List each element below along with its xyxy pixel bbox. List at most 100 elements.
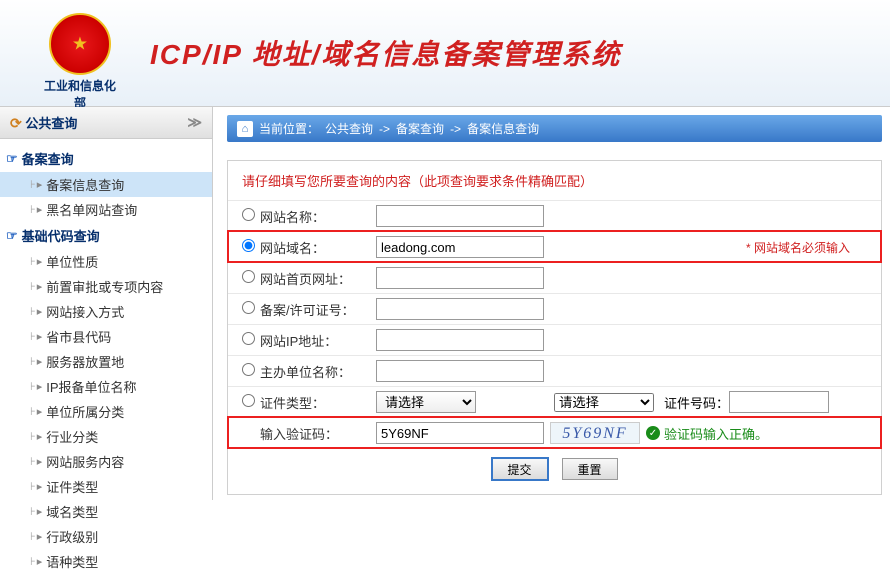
input-site-name[interactable] (376, 205, 544, 227)
row-sponsor: 主办单位名称： (228, 355, 881, 386)
tree-item[interactable]: ⊦▸行政级别 (0, 524, 212, 549)
tree-item[interactable]: ⊦▸单位所属分类 (0, 399, 212, 424)
label-license: 备案/许可证号： (260, 300, 376, 319)
arrow-right-icon: ▸ (37, 178, 43, 191)
radio-ip[interactable] (242, 332, 255, 345)
breadcrumb-label: 当前位置： (259, 120, 319, 137)
arrow-right-icon: ▸ (37, 355, 43, 368)
radio-license[interactable] (242, 301, 255, 314)
refresh-icon[interactable]: ⟳ (10, 115, 22, 131)
arrow-right-icon: ▸ (37, 330, 43, 343)
tree-item[interactable]: ⊦▸域名类型 (0, 499, 212, 524)
label-domain: 网站域名： (260, 238, 376, 257)
row-ip: 网站IP地址： (228, 324, 881, 355)
radio-site-name[interactable] (242, 208, 255, 221)
label-sponsor: 主办单位名称： (260, 362, 376, 381)
button-row: 提交 重置 (228, 448, 881, 480)
input-captcha[interactable] (376, 422, 544, 444)
input-sponsor[interactable] (376, 360, 544, 382)
tree-item[interactable]: ⊦▸服务器放置地 (0, 349, 212, 374)
tree-item[interactable]: ⊦▸前置审批或专项内容 (0, 274, 212, 299)
label-ip: 网站IP地址： (260, 331, 376, 350)
form-hint: 请仔细填写您所要查询的内容（此项查询要求条件精确匹配） (228, 161, 881, 200)
arrow-right-icon: ▸ (37, 203, 43, 216)
tree-branch-icon: ⊦ (30, 178, 36, 191)
required-note: * 网站域名必须输入 (746, 239, 850, 256)
check-icon: ✓ (646, 426, 660, 440)
input-cert-no[interactable] (729, 391, 829, 413)
tree-branch-icon: ⊦ (30, 530, 36, 543)
collapse-icon[interactable]: ≫ (187, 114, 202, 131)
sidebar: ⟳ 公共查询 ≫ ☞备案查询 ⊦▸备案信息查询 ⊦▸黑名单网站查询 ☞基础代码查… (0, 107, 213, 500)
arrow-right-icon: ▸ (37, 430, 43, 443)
radio-homepage[interactable] (242, 270, 255, 283)
tree-item[interactable]: ⊦▸证件类型 (0, 474, 212, 499)
radio-sponsor[interactable] (242, 363, 255, 376)
select-cert-type-1[interactable]: 请选择 (376, 391, 476, 413)
arrow-right-icon: ▸ (37, 405, 43, 418)
input-homepage[interactable] (376, 267, 544, 289)
home-icon[interactable]: ⌂ (237, 121, 253, 137)
tree-category-backup[interactable]: ☞备案查询 (0, 145, 212, 172)
radio-domain[interactable] (242, 239, 255, 252)
radio-cert-type[interactable] (242, 394, 255, 407)
tree-branch-icon: ⊦ (30, 480, 36, 493)
reset-button[interactable]: 重置 (562, 458, 618, 480)
tree-branch-icon: ⊦ (30, 355, 36, 368)
captcha-status: ✓验证码输入正确。 (646, 424, 768, 443)
submit-button[interactable]: 提交 (492, 458, 548, 480)
arrow-right-icon: ▸ (37, 305, 43, 318)
input-ip[interactable] (376, 329, 544, 351)
main-content: ⌂ 当前位置： 公共查询 -> 备案查询 -> 备案信息查询 请仔细填写您所要查… (213, 107, 890, 500)
label-captcha: 输入验证码： (260, 424, 376, 443)
sidebar-section-title: 公共查询 (25, 116, 77, 131)
label-site-name: 网站名称： (260, 207, 376, 226)
tree-branch-icon: ⊦ (30, 505, 36, 518)
row-homepage: 网站首页网址： (228, 262, 881, 293)
input-domain[interactable] (376, 236, 544, 258)
tree-item[interactable]: ⊦▸行业分类 (0, 424, 212, 449)
tree-category-basecode[interactable]: ☞基础代码查询 (0, 222, 212, 249)
nav-tree: ☞备案查询 ⊦▸备案信息查询 ⊦▸黑名单网站查询 ☞基础代码查询 ⊦▸单位性质 … (0, 139, 212, 580)
tree-branch-icon: ⊦ (30, 555, 36, 568)
input-license[interactable] (376, 298, 544, 320)
tree-item[interactable]: ⊦▸网站接入方式 (0, 299, 212, 324)
tree-branch-icon: ⊦ (30, 305, 36, 318)
breadcrumb-link[interactable]: 备案查询 (396, 120, 444, 137)
arrow-right-icon: ▸ (37, 530, 43, 543)
tree-item[interactable]: ⊦▸单位性质 (0, 249, 212, 274)
label-cert-type: 证件类型： (260, 393, 376, 412)
tree-item-backup-info[interactable]: ⊦▸备案信息查询 (0, 172, 212, 197)
arrow-right-icon: ▸ (37, 280, 43, 293)
tree-branch-icon: ⊦ (30, 455, 36, 468)
sidebar-header[interactable]: ⟳ 公共查询 ≫ (0, 107, 212, 139)
breadcrumb-link[interactable]: 公共查询 (325, 120, 373, 137)
tree-item[interactable]: ⊦▸网站服务内容 (0, 449, 212, 474)
arrow-right-icon: ▸ (37, 455, 43, 468)
tree-item-blacklist[interactable]: ⊦▸黑名单网站查询 (0, 197, 212, 222)
arrow-right-icon: ▸ (37, 480, 43, 493)
row-domain: 网站域名： * 网站域名必须输入 (228, 231, 881, 262)
arrow-right-icon: ▸ (37, 255, 43, 268)
page-header: ★ 工业和信息化部 ICP/IP 地址/域名信息备案管理系统 (0, 0, 890, 107)
breadcrumb-current: 备案信息查询 (467, 120, 539, 137)
tree-branch-icon: ⊦ (30, 255, 36, 268)
national-emblem: ★ 工业和信息化部 (40, 13, 120, 93)
arrow-right-icon: ▸ (37, 505, 43, 518)
system-title: ICP/IP 地址/域名信息备案管理系统 (150, 33, 621, 73)
hand-icon: ☞ (6, 228, 18, 244)
tree-branch-icon: ⊦ (30, 203, 36, 216)
tree-branch-icon: ⊦ (30, 280, 36, 293)
row-site-name: 网站名称： (228, 200, 881, 231)
select-cert-type-2[interactable]: 请选择 (554, 393, 654, 412)
tree-branch-icon: ⊦ (30, 430, 36, 443)
hand-icon: ☞ (6, 151, 18, 167)
tree-item[interactable]: ⊦▸省市县代码 (0, 324, 212, 349)
captcha-image[interactable]: 5Y69NF (550, 422, 640, 444)
tree-item[interactable]: ⊦▸IP报备单位名称 (0, 374, 212, 399)
tree-branch-icon: ⊦ (30, 380, 36, 393)
breadcrumb: ⌂ 当前位置： 公共查询 -> 备案查询 -> 备案信息查询 (227, 115, 882, 142)
row-captcha: 输入验证码： 5Y69NF ✓验证码输入正确。 (228, 417, 881, 448)
tree-item[interactable]: ⊦▸语种类型 (0, 549, 212, 574)
query-form: 请仔细填写您所要查询的内容（此项查询要求条件精确匹配） 网站名称： 网站域名： … (227, 160, 882, 495)
